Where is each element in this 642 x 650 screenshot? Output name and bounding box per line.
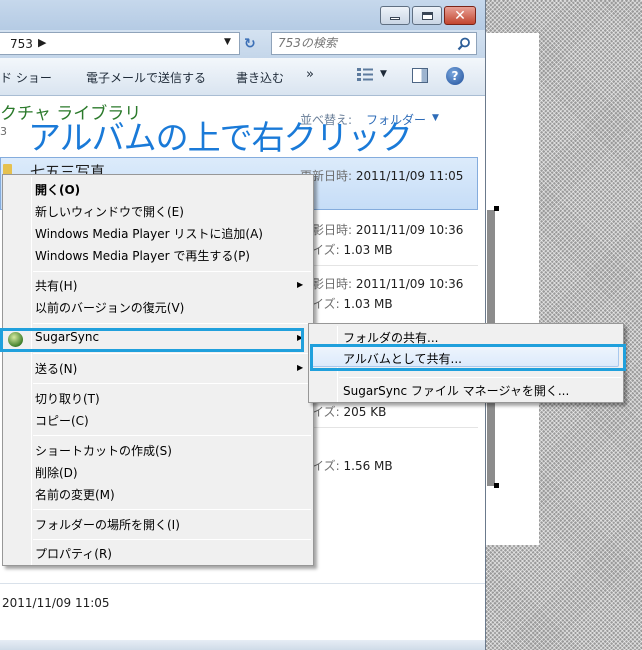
size-label: イズ: [312, 459, 340, 473]
context-menu: 開く(O) 新しいウィンドウで開く(E) Windows Media Playe… [2, 174, 314, 566]
chevron-right-icon[interactable]: ▶ [38, 36, 46, 49]
views-icon[interactable] [356, 66, 374, 82]
submenu-arrow-icon: ▶ [297, 363, 304, 372]
views-dropdown-icon[interactable]: ▼ [380, 69, 387, 79]
menu-icon-gutter [31, 177, 32, 565]
menu-item-copy[interactable]: コピー(C) [35, 412, 89, 429]
menu-item-open-new-window[interactable]: 新しいウィンドウで開く(E) [35, 203, 184, 220]
minimize-icon [390, 17, 400, 20]
chevron-down-icon[interactable]: ▼ [224, 37, 231, 47]
size-value: 205 KB [343, 405, 387, 419]
tutorial-caption: アルバムの上で右クリック [28, 118, 413, 157]
window-bottom-edge [0, 640, 485, 650]
search-input[interactable] [278, 36, 448, 50]
menu-separator [33, 539, 311, 540]
title-bar: ✕ [0, 0, 485, 30]
command-bar: ド ショー 電子メールで送信する 書き込む » ▼ ? [0, 58, 485, 96]
preview-pane-icon[interactable] [412, 68, 428, 83]
menu-separator [33, 435, 311, 436]
submenu-item-open-file-manager[interactable]: SugarSync ファイル マネージャを開く... [343, 382, 569, 399]
size-value: 1.56 MB [343, 459, 393, 473]
submenu-arrow-icon: ▶ [297, 280, 304, 289]
library-subtitle: 3 [0, 125, 7, 138]
breadcrumb[interactable]: 753 [10, 37, 33, 51]
menu-separator [339, 377, 621, 378]
menu-item-wmp-play[interactable]: Windows Media Player で再生する(P) [35, 247, 250, 264]
menu-item-send-to[interactable]: 送る(N) [35, 360, 77, 377]
menu-separator [33, 383, 311, 384]
search-box[interactable] [271, 32, 477, 55]
item-size: イズ: 1.03 MB [312, 241, 393, 258]
menu-item-restore-previous[interactable]: 以前のバージョンの復元(V) [35, 299, 184, 316]
menu-separator [33, 323, 311, 324]
selection-handle [494, 483, 499, 488]
item-date: 影日時: 2011/11/09 10:36 [312, 221, 463, 238]
menu-separator [33, 271, 311, 272]
burn-button[interactable]: 書き込む [236, 69, 284, 86]
refresh-icon[interactable]: ↻ [244, 36, 256, 52]
item-size: イズ: 1.03 MB [312, 295, 393, 312]
date-label: 影日時: [312, 223, 353, 237]
size-label: イズ: [312, 243, 340, 257]
menu-item-create-shortcut[interactable]: ショートカットの作成(S) [35, 442, 172, 459]
more-commands-button[interactable]: » [306, 67, 314, 82]
item-size: イズ: 205 KB [312, 403, 386, 420]
size-value: 1.03 MB [343, 243, 393, 257]
size-value: 1.03 MB [343, 297, 393, 311]
close-icon: ✕ [454, 7, 466, 24]
menu-item-open[interactable]: 開く(O) [35, 181, 80, 198]
date-value: 2011/11/09 10:36 [355, 223, 464, 237]
modified-value: 2011/11/09 11:05 [355, 169, 464, 183]
maximize-button[interactable] [412, 6, 442, 25]
minimize-button[interactable] [380, 6, 410, 25]
slideshow-button[interactable]: ド ショー [0, 69, 52, 86]
menu-item-wmp-add-list[interactable]: Windows Media Player リストに追加(A) [35, 225, 263, 242]
address-bar[interactable]: 753 ▶ ▼ [0, 32, 240, 55]
menu-separator [33, 509, 311, 510]
menu-item-properties[interactable]: プロパティ(R) [35, 545, 112, 562]
close-button[interactable]: ✕ [444, 6, 476, 25]
menu-item-open-folder-location[interactable]: フォルダーの場所を開く(I) [35, 516, 180, 533]
email-button[interactable]: 電子メールで送信する [86, 69, 206, 86]
details-pane-date: 2011/11/09 11:05 [2, 596, 110, 610]
selection-handle [494, 206, 499, 211]
help-button[interactable]: ? [446, 67, 464, 85]
chevron-down-icon[interactable]: ▼ [432, 113, 439, 123]
highlight-box-share-as-album [310, 344, 626, 371]
row-divider [310, 265, 478, 266]
date-value: 2011/11/09 10:36 [355, 277, 464, 291]
highlight-box-sugarsync [0, 328, 304, 352]
row-divider [310, 427, 478, 428]
size-label: イズ: [312, 405, 340, 419]
menu-item-cut[interactable]: 切り取り(T) [35, 390, 100, 407]
modified-date: 更新日時: 2011/11/09 11:05 [300, 167, 463, 184]
size-label: イズ: [312, 297, 340, 311]
item-date: 影日時: 2011/11/09 10:36 [312, 275, 463, 292]
item-size: イズ: 1.56 MB [312, 457, 393, 474]
menu-item-delete[interactable]: 削除(D) [35, 464, 78, 481]
search-icon[interactable] [457, 37, 471, 51]
details-divider [0, 583, 485, 584]
menu-item-share[interactable]: 共有(H) [35, 277, 77, 294]
menu-separator [33, 353, 311, 354]
date-label: 影日時: [312, 277, 353, 291]
menu-item-rename[interactable]: 名前の変更(M) [35, 486, 115, 503]
maximize-icon [421, 11, 433, 20]
address-row: 753 ▶ ▼ ↻ [0, 30, 485, 58]
